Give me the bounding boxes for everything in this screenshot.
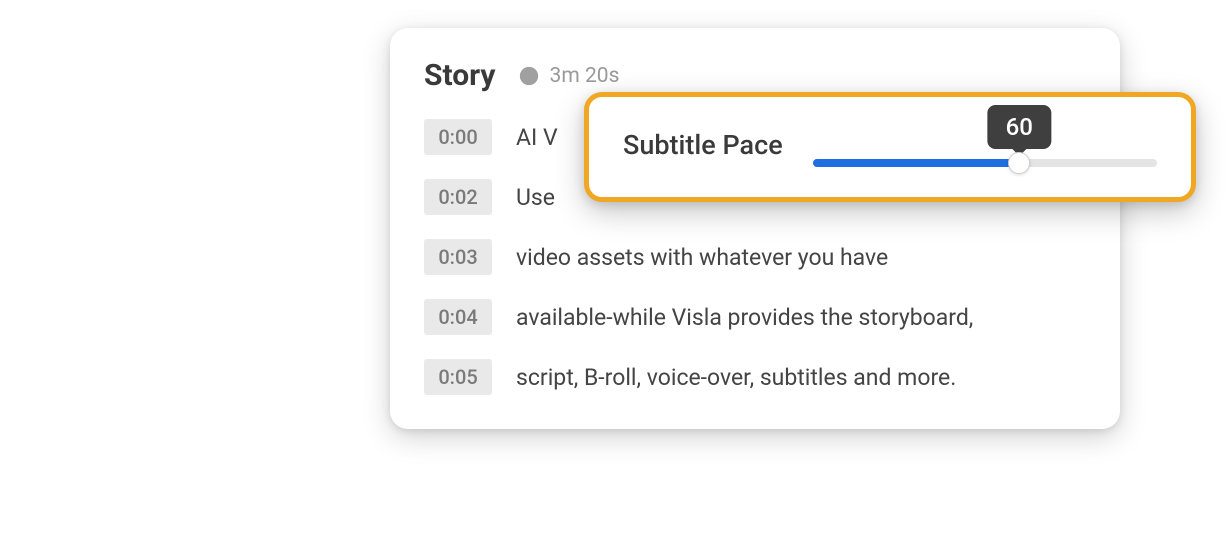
story-row[interactable]: 0:04 available-while Visla provides the … [424,299,1086,335]
clock-icon [518,65,540,87]
time-badge: 0:03 [424,239,492,275]
subtitle-pace-label: Subtitle Pace [623,129,783,161]
time-badge: 0:00 [424,119,492,155]
duration-group: 3m 20s [518,64,620,88]
story-text: available-while Visla provides the story… [516,304,973,331]
slider-fill [813,159,1020,167]
time-badge: 0:05 [424,359,492,395]
story-text: script, B-roll, voice-over, subtitles an… [516,364,956,391]
slider-track [813,159,1157,167]
story-text: video assets with whatever you have [516,244,888,271]
time-badge: 0:04 [424,299,492,335]
story-header: Story 3m 20s [424,58,1086,93]
story-title: Story [424,58,496,93]
subtitle-pace-card: Subtitle Pace 60 [584,92,1196,202]
story-card: Story 3m 20s 0:00 AI V 0:02 Use 0:03 vid… [390,28,1120,429]
story-row[interactable]: 0:03 video assets with whatever you have [424,239,1086,275]
duration-text: 3m 20s [550,64,620,88]
story-text: AI V [516,124,558,151]
time-badge: 0:02 [424,179,492,215]
story-row[interactable]: 0:05 script, B-roll, voice-over, subtitl… [424,359,1086,395]
slider-tooltip: 60 [988,105,1051,149]
subtitle-pace-slider[interactable]: 60 [813,123,1157,167]
subtitle-pace-row: Subtitle Pace 60 [623,123,1157,167]
story-text: Use [516,184,555,211]
slider-thumb[interactable] [1008,152,1030,174]
